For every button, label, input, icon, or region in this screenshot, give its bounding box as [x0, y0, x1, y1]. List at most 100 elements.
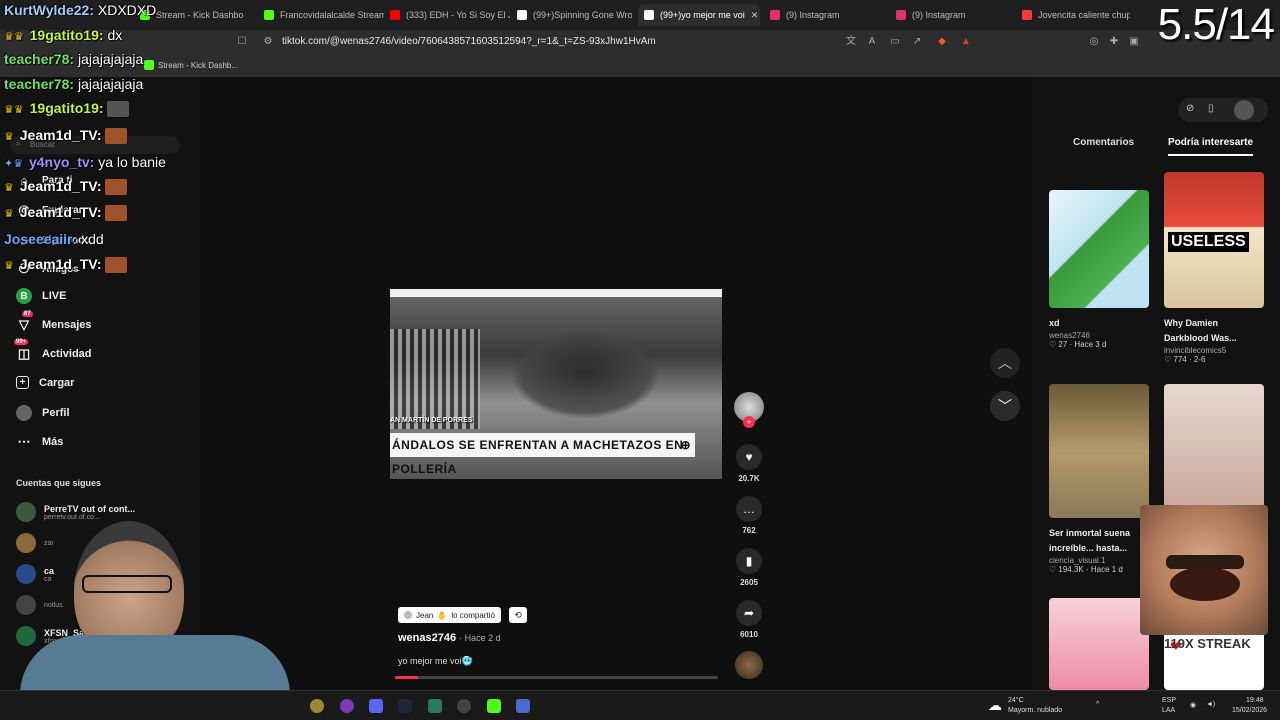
chevron-up-icon[interactable]: ^ — [1096, 701, 1099, 708]
obs-icon[interactable] — [457, 699, 471, 713]
app-icon[interactable] — [516, 699, 530, 713]
browser-tab[interactable]: Jovencita caliente chupa y — [1022, 4, 1130, 26]
chat-text: ya lo banie — [98, 154, 166, 170]
video-thumbnail — [1164, 384, 1264, 508]
app-icon[interactable] — [310, 699, 324, 713]
chat-message: KurtWylde22: XDXDXD — [4, 2, 156, 18]
sidebar-item-upload[interactable]: + Cargar — [16, 376, 74, 389]
suggested-video-card[interactable] — [1164, 384, 1264, 508]
sidebar-item-more[interactable]: ⋯ Más — [16, 434, 64, 450]
suggested-video-card[interactable]: xd wenas2746 ♡ 27 · Hace 3 d — [1049, 190, 1149, 349]
save-button[interactable]: ▮ 2605 — [736, 548, 762, 587]
meme-mustache — [1166, 555, 1244, 569]
suggested-video-card[interactable]: USELESS Why Damien Darkblood Was... invi… — [1164, 172, 1264, 364]
shared-by-badge[interactable]: Jean ✋ lo compartió — [398, 607, 501, 623]
clock-date[interactable]: 15/02/2026 — [1232, 707, 1267, 714]
shared-text: lo compartió — [451, 610, 495, 620]
crown-icon: ♛ — [4, 182, 14, 194]
wifi-icon[interactable]: ◉ — [1190, 701, 1196, 709]
kick-icon — [144, 60, 154, 70]
app-icon[interactable] — [428, 699, 442, 713]
video-thumbnail — [1049, 598, 1149, 690]
rewards-icon[interactable]: ▲ — [960, 36, 972, 48]
close-icon[interactable]: ✕ — [751, 10, 759, 21]
language-sub: LAA — [1162, 707, 1176, 714]
url-field[interactable]: tiktok.com/@wenas2746/video/760643857160… — [282, 36, 656, 47]
glasses-icon — [82, 575, 172, 593]
chat-text: XDXDXD — [97, 2, 157, 18]
compass-icon[interactable]: ⊘ — [1186, 103, 1194, 114]
following-title: Cuentas que sigues — [16, 478, 102, 488]
browser-tab[interactable]: (9) Instagram — [896, 4, 1006, 26]
clock-time[interactable]: 19:48 — [1246, 697, 1264, 704]
previous-video-button[interactable]: ︿ — [990, 348, 1020, 378]
sidebar-item-label: Cargar — [39, 376, 75, 389]
sidebar-item-activity[interactable]: ◫ 99+ Actividad — [14, 339, 92, 362]
emote-icon — [107, 101, 130, 118]
discord-icon[interactable] — [369, 699, 383, 713]
share-icon[interactable]: ↗ — [911, 36, 923, 48]
site-settings-icon[interactable]: ⚙ — [262, 36, 274, 48]
browser-tab[interactable]: Francovidalalcalde Stream — [264, 4, 384, 26]
panel-icon-group: ⊘ ▯ — [1178, 98, 1268, 122]
video-author[interactable]: wenas2746 · Hace 2 d — [398, 632, 501, 644]
cast-icon[interactable]: ▭ — [889, 36, 901, 48]
phone-icon[interactable]: ▯ — [1208, 103, 1214, 114]
browser-tab[interactable]: Stream - Kick Dashbo — [140, 4, 250, 26]
browser-tab[interactable]: (9) Instagram — [770, 4, 880, 26]
translate-icon[interactable]: A — [866, 36, 878, 48]
volume-icon[interactable]: ◄) — [1206, 701, 1215, 708]
bookmark-icon[interactable]: ☐ — [236, 36, 248, 48]
suggested-video-card[interactable] — [1049, 598, 1149, 690]
account-name: PerreTV out of cont... — [44, 503, 136, 514]
sidebar-item-label: Más — [42, 436, 64, 448]
follow-plus-icon[interactable]: + — [743, 416, 755, 428]
avatar[interactable] — [1234, 100, 1254, 120]
language-indicator[interactable]: ESP — [1162, 697, 1176, 704]
comment-button[interactable]: … 762 — [736, 496, 762, 535]
author-avatar[interactable]: + — [734, 392, 764, 428]
sidebar-item-profile[interactable]: Perfil — [16, 405, 70, 421]
tab-suggestions[interactable]: Podría interesarte — [1168, 137, 1254, 156]
card-stats: ♡ 27 · Hace 3 d — [1049, 340, 1107, 349]
app-icon[interactable] — [340, 699, 354, 713]
video-caption-text: ÁNDALOS SE ENFRENTAN A MACHETAZOS EN POL… — [392, 438, 684, 476]
chat-user: Joseeeaiir: — [4, 231, 78, 247]
steam-icon[interactable] — [398, 699, 412, 713]
extension-icon[interactable]: ◎ — [1088, 36, 1100, 48]
comment-count: 762 — [742, 526, 756, 535]
tab-comments[interactable]: Comentarios — [1073, 137, 1134, 148]
kick-icon — [264, 10, 274, 20]
video-player[interactable]: ÁNDALOS SE ENFRENTAN A MACHETAZOS EN POL… — [390, 289, 722, 479]
chat-user: teacher78: — [4, 51, 75, 67]
puzzle-icon[interactable]: ✚ — [1108, 36, 1120, 48]
card-title: Why Damien Darkblood Was... — [1164, 318, 1237, 343]
window-icon[interactable]: ▣ — [1128, 36, 1140, 48]
music-disc-icon[interactable] — [735, 651, 763, 679]
card-user: ciencia_visual.1 — [1049, 556, 1106, 565]
next-video-button[interactable]: ﹀ — [990, 391, 1020, 421]
tab-label: (333) EDH - Yo Si Soy El Ju — [406, 10, 510, 20]
share-button[interactable]: ➦ 6010 — [736, 600, 762, 639]
browser-tab-active[interactable]: (99+)yo mejor me voi ✕ — [638, 4, 760, 26]
brave-shield-icon[interactable]: ◆ — [936, 36, 948, 48]
video-scene — [510, 329, 660, 419]
video-thumbnail: USELESS — [1164, 172, 1264, 308]
repost-icon[interactable]: ⟲ — [509, 607, 527, 623]
suggested-video-card[interactable]: Ser inmortal suena increíble... hasta...… — [1049, 384, 1149, 574]
tab-label: (99+)yo mejor me voi — [660, 10, 745, 20]
like-button[interactable]: ♥ 20.7K — [736, 444, 762, 483]
translate-icon[interactable]: 文 — [845, 36, 857, 48]
globe-icon: ⊕ — [680, 438, 691, 452]
bookmark-item[interactable]: Stream - Kick Dashb... — [144, 60, 238, 70]
browser-tab[interactable]: (333) EDH - Yo Si Soy El Ju — [390, 4, 510, 26]
sidebar-item-messages[interactable]: ▽ 87 Mensajes — [16, 311, 92, 333]
kick-icon[interactable] — [487, 699, 501, 713]
more-icon: ⋯ — [17, 434, 31, 449]
video-progress-bar[interactable] — [395, 676, 718, 679]
video-thumbnail — [1049, 190, 1149, 308]
weather-icon[interactable]: ☁ — [988, 697, 1002, 714]
sidebar-item-live[interactable]: B LIVE — [16, 288, 66, 304]
browser-tab[interactable]: (99+)Spinning Gone Wron — [517, 4, 632, 26]
thumbnail-text: USELESS — [1168, 232, 1249, 252]
